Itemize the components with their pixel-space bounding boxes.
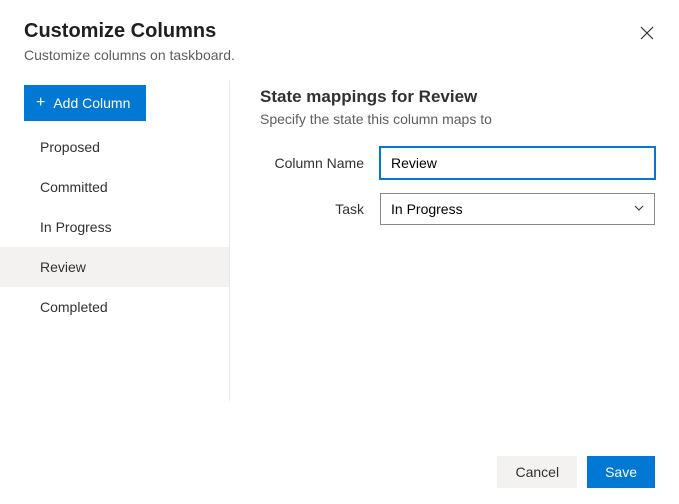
task-select[interactable]: In Progress (380, 193, 655, 225)
dialog-content: + Add Column Proposed Committed In Progr… (0, 71, 679, 401)
column-item-committed[interactable]: Committed (0, 167, 229, 207)
columns-sidebar: + Add Column Proposed Committed In Progr… (0, 81, 230, 401)
column-item-label: Proposed (40, 139, 100, 155)
task-label: Task (260, 201, 380, 217)
main-panel: State mappings for Review Specify the st… (230, 81, 679, 401)
column-item-in-progress[interactable]: In Progress (0, 207, 229, 247)
column-item-label: In Progress (40, 219, 112, 235)
dialog-header: Customize Columns Customize columns on t… (0, 0, 679, 71)
close-button[interactable] (635, 22, 659, 46)
column-item-review[interactable]: Review (0, 247, 229, 287)
column-item-label: Committed (40, 179, 108, 195)
save-button[interactable]: Save (587, 456, 655, 488)
section-title: State mappings for Review (260, 87, 655, 107)
dialog-subtitle: Customize columns on taskboard. (24, 47, 655, 63)
section-subtitle: Specify the state this column maps to (260, 111, 655, 127)
column-item-proposed[interactable]: Proposed (0, 127, 229, 167)
add-column-button[interactable]: + Add Column (24, 85, 146, 121)
plus-icon: + (36, 95, 45, 111)
column-name-input[interactable] (380, 147, 655, 179)
column-item-completed[interactable]: Completed (0, 287, 229, 327)
add-column-label: Add Column (53, 95, 130, 111)
task-row: Task In Progress (260, 193, 655, 225)
cancel-button[interactable]: Cancel (497, 456, 577, 488)
column-item-label: Completed (40, 299, 108, 315)
close-icon (639, 25, 655, 44)
dialog-title: Customize Columns (24, 20, 655, 43)
task-select-wrap: In Progress (380, 193, 655, 225)
column-list: Proposed Committed In Progress Review Co… (0, 127, 229, 327)
column-name-row: Column Name (260, 147, 655, 179)
column-item-label: Review (40, 259, 86, 275)
column-name-label: Column Name (260, 155, 380, 171)
dialog-footer: Cancel Save (497, 456, 655, 488)
